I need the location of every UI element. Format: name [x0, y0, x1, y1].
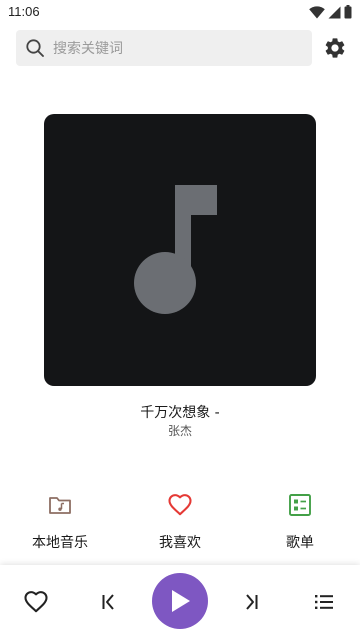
cellular-signal-icon	[328, 6, 341, 19]
status-icons	[309, 5, 352, 19]
heart-outline-icon	[23, 589, 49, 615]
status-time: 11:06	[8, 4, 40, 19]
song-title: 千万次想象 -	[140, 405, 220, 421]
queue-button[interactable]	[311, 589, 337, 615]
album-art[interactable]	[44, 114, 316, 386]
nav-playlists-label: 歌单	[286, 535, 314, 551]
skip-next-icon	[239, 590, 263, 614]
nav-favorites-label: 我喜欢	[159, 535, 201, 551]
playlist-icon	[287, 492, 313, 518]
skip-previous-icon	[97, 590, 121, 614]
gear-icon	[323, 36, 347, 60]
nav-local-music-label: 本地音乐	[32, 535, 88, 551]
next-button[interactable]	[238, 589, 264, 615]
battery-icon	[344, 5, 352, 19]
search-input[interactable]: 搜索关键词	[16, 30, 312, 66]
music-note-icon	[130, 185, 230, 315]
play-icon	[168, 588, 192, 614]
player-bar	[0, 565, 360, 640]
local-music-folder-icon	[47, 492, 73, 518]
search-icon	[25, 38, 45, 58]
previous-button[interactable]	[96, 589, 122, 615]
nav-playlists[interactable]: 歌单	[250, 492, 350, 554]
nav-favorites[interactable]: 我喜欢	[130, 492, 230, 554]
heart-icon	[167, 492, 193, 518]
search-placeholder: 搜索关键词	[53, 41, 123, 57]
wifi-icon	[309, 5, 325, 19]
queue-list-icon	[312, 590, 336, 614]
play-button[interactable]	[152, 573, 208, 629]
nav-local-music[interactable]: 本地音乐	[10, 492, 110, 554]
song-artist: 张杰	[167, 424, 192, 438]
settings-button[interactable]	[323, 36, 347, 60]
like-button[interactable]	[23, 589, 49, 615]
status-bar: 11:06	[0, 0, 360, 24]
